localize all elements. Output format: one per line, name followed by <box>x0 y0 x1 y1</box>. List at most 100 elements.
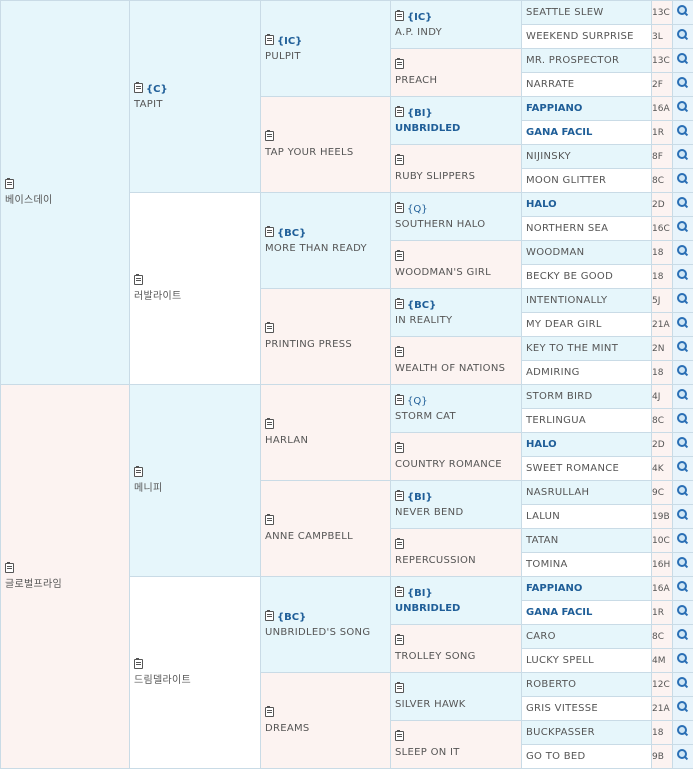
horse-name-link[interactable]: PULPIT <box>265 49 386 64</box>
search-button[interactable] <box>673 313 693 337</box>
horse-name-link[interactable]: WOODMAN'S GIRL <box>395 265 517 280</box>
search-button[interactable] <box>673 145 693 169</box>
horse-name-link[interactable]: SOUTHERN HALO <box>395 217 517 232</box>
clipboard-icon[interactable] <box>395 443 404 453</box>
horse-name-link[interactable]: RUBY SLIPPERS <box>395 169 517 184</box>
search-button[interactable] <box>673 601 693 625</box>
horse-name-link[interactable]: 드림델라이트 <box>134 673 256 688</box>
clipboard-icon[interactable] <box>134 467 143 477</box>
search-button[interactable] <box>673 73 693 97</box>
clipboard-icon[interactable] <box>395 107 404 117</box>
clipboard-icon[interactable] <box>134 275 143 285</box>
search-button[interactable] <box>673 625 693 649</box>
horse-name-link[interactable]: ANNE CAMPBELL <box>265 529 386 544</box>
horse-name-link[interactable]: KEY TO THE MINT <box>522 337 651 360</box>
search-button[interactable] <box>673 241 693 265</box>
clipboard-icon[interactable] <box>265 131 274 141</box>
search-button[interactable] <box>673 457 693 481</box>
horse-name-link[interactable]: NEVER BEND <box>395 505 517 520</box>
horse-name-link[interactable]: CARO <box>522 625 651 648</box>
search-button[interactable] <box>673 673 693 697</box>
search-button[interactable] <box>673 577 693 601</box>
horse-name-link[interactable]: BECKY BE GOOD <box>522 265 651 288</box>
clipboard-icon[interactable] <box>134 83 143 93</box>
clipboard-icon[interactable] <box>395 395 404 405</box>
clipboard-icon[interactable] <box>395 635 404 645</box>
horse-name-link[interactable]: IN REALITY <box>395 313 517 328</box>
search-button[interactable] <box>673 49 693 73</box>
search-button[interactable] <box>673 265 693 289</box>
horse-name-link[interactable]: WEEKEND SURPRISE <box>522 25 651 48</box>
search-button[interactable] <box>673 169 693 193</box>
horse-name-link[interactable]: SLEEP ON IT <box>395 745 517 760</box>
clipboard-icon[interactable] <box>5 179 14 189</box>
clipboard-icon[interactable] <box>395 539 404 549</box>
clipboard-icon[interactable] <box>395 251 404 261</box>
horse-name-link[interactable]: NIJINSKY <box>522 145 651 168</box>
horse-name-link[interactable]: STORM BIRD <box>522 385 651 408</box>
clipboard-icon[interactable] <box>265 323 274 333</box>
horse-name-link[interactable]: NARRATE <box>522 73 651 96</box>
clipboard-icon[interactable] <box>395 155 404 165</box>
clipboard-icon[interactable] <box>395 347 404 357</box>
horse-name-link[interactable]: HALO <box>522 193 651 216</box>
horse-name-link[interactable]: PRINTING PRESS <box>265 337 386 352</box>
horse-name-link[interactable]: GRIS VITESSE <box>522 697 651 720</box>
horse-name-link[interactable]: GANA FACIL <box>522 601 651 624</box>
horse-name-link[interactable]: ROBERTO <box>522 673 651 696</box>
horse-name-link[interactable]: MORE THAN READY <box>265 241 386 256</box>
horse-name-link[interactable]: SEATTLE SLEW <box>522 1 651 24</box>
search-button[interactable] <box>673 745 693 769</box>
horse-name-link[interactable]: HALO <box>522 433 651 456</box>
clipboard-icon[interactable] <box>265 419 274 429</box>
search-button[interactable] <box>673 193 693 217</box>
horse-name-link[interactable]: TATAN <box>522 529 651 552</box>
search-button[interactable] <box>673 121 693 145</box>
clipboard-icon[interactable] <box>395 683 404 693</box>
clipboard-icon[interactable] <box>134 659 143 669</box>
horse-name-link[interactable]: NORTHERN SEA <box>522 217 651 240</box>
horse-name-link[interactable]: STORM CAT <box>395 409 517 424</box>
horse-name-link[interactable]: MY DEAR GIRL <box>522 313 651 336</box>
clipboard-icon[interactable] <box>265 611 274 621</box>
search-button[interactable] <box>673 385 693 409</box>
horse-name-link[interactable]: LUCKY SPELL <box>522 649 651 672</box>
horse-name-link[interactable]: DREAMS <box>265 721 386 736</box>
horse-name-link[interactable]: TOMINA <box>522 553 651 576</box>
search-button[interactable] <box>673 1 693 25</box>
clipboard-icon[interactable] <box>395 11 404 21</box>
horse-name-link[interactable]: ADMIRING <box>522 361 651 384</box>
horse-name-link[interactable]: 메니피 <box>134 481 256 496</box>
search-button[interactable] <box>673 25 693 49</box>
search-button[interactable] <box>673 649 693 673</box>
horse-name-link[interactable]: PREACH <box>395 73 517 88</box>
horse-name-link[interactable]: COUNTRY ROMANCE <box>395 457 517 472</box>
horse-name-link[interactable]: INTENTIONALLY <box>522 289 651 312</box>
horse-name-link[interactable]: TROLLEY SONG <box>395 649 517 664</box>
clipboard-icon[interactable] <box>265 515 274 525</box>
horse-name-link[interactable]: TAPIT <box>134 97 256 112</box>
search-button[interactable] <box>673 289 693 313</box>
search-button[interactable] <box>673 505 693 529</box>
search-button[interactable] <box>673 337 693 361</box>
search-button[interactable] <box>673 481 693 505</box>
search-button[interactable] <box>673 529 693 553</box>
search-button[interactable] <box>673 697 693 721</box>
horse-name-link[interactable]: HARLAN <box>265 433 386 448</box>
clipboard-icon[interactable] <box>265 227 274 237</box>
horse-name-link[interactable]: WEALTH OF NATIONS <box>395 361 517 376</box>
horse-name-link[interactable]: LALUN <box>522 505 651 528</box>
search-button[interactable] <box>673 409 693 433</box>
horse-name-link[interactable]: WOODMAN <box>522 241 651 264</box>
horse-name-link[interactable]: FAPPIANO <box>522 97 651 120</box>
clipboard-icon[interactable] <box>5 563 14 573</box>
horse-name-link[interactable]: TAP YOUR HEELS <box>265 145 386 160</box>
horse-name-link[interactable]: 글로벌프라임 <box>5 577 125 592</box>
clipboard-icon[interactable] <box>395 59 404 69</box>
horse-name-link[interactable]: GO TO BED <box>522 745 651 768</box>
horse-name-link[interactable]: SILVER HAWK <box>395 697 517 712</box>
clipboard-icon[interactable] <box>265 35 274 45</box>
horse-name-link[interactable]: UNBRIDLED <box>395 121 517 136</box>
horse-name-link[interactable]: 러발라이트 <box>134 289 256 304</box>
clipboard-icon[interactable] <box>395 587 404 597</box>
